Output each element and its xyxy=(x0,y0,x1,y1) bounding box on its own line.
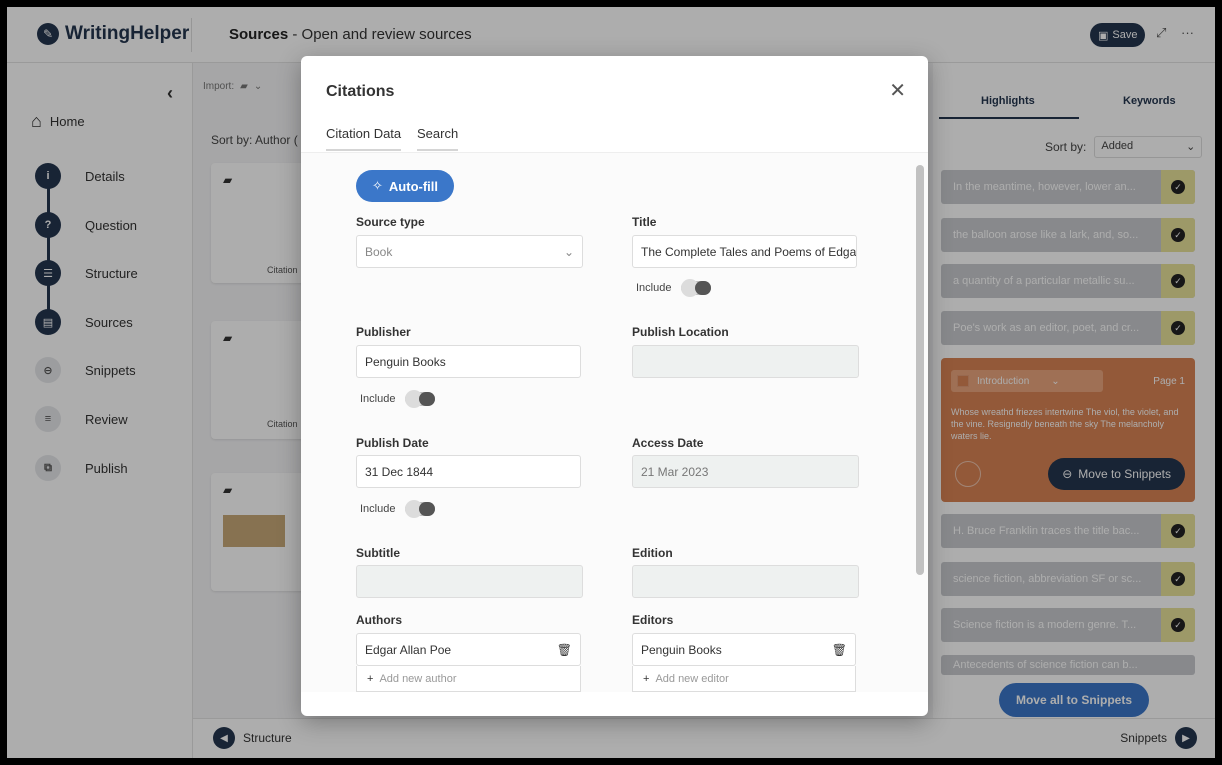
tab-search[interactable]: Search xyxy=(417,126,459,151)
title-include-toggle[interactable]: Include xyxy=(636,279,712,297)
add-editor-input[interactable]: + Add new editor xyxy=(632,666,856,692)
publish-date-include-toggle[interactable]: Include xyxy=(360,500,436,518)
modal-title: Citations xyxy=(326,83,395,100)
edition-label: Edition xyxy=(632,546,673,560)
access-date-field[interactable]: 21 Mar 2023 xyxy=(632,455,859,488)
chevron-down-icon: ⌄ xyxy=(563,244,574,259)
editors-label: Editors xyxy=(632,613,674,627)
include-label: Include xyxy=(360,503,396,515)
add-author-placeholder: Add new author xyxy=(379,672,457,685)
tab-citation-data[interactable]: Citation Data xyxy=(326,126,402,151)
toggle-switch xyxy=(405,500,436,518)
title-label: Title xyxy=(632,215,657,229)
publish-location-field[interactable] xyxy=(632,345,859,378)
edition-field[interactable] xyxy=(632,565,859,598)
editor-entry[interactable]: Penguin Books 🗑 xyxy=(632,633,856,666)
publisher-label: Publisher xyxy=(356,325,411,339)
auto-fill-label: Auto-fill xyxy=(388,178,438,194)
publish-date-field[interactable]: 31 Dec 1844 xyxy=(356,455,581,488)
toggle-switch xyxy=(405,390,436,408)
toggle-switch xyxy=(681,279,712,297)
citation-form: ✧ Auto-fill Source type Book ⌄ Title The… xyxy=(301,152,928,692)
plus-icon: + xyxy=(367,672,374,685)
publisher-include-toggle[interactable]: Include xyxy=(360,390,436,408)
include-label: Include xyxy=(360,393,396,405)
plus-icon: + xyxy=(643,672,650,685)
trash-icon[interactable]: 🗑 xyxy=(832,643,847,657)
magic-wand-icon: ✧ xyxy=(372,178,383,193)
include-label: Include xyxy=(636,282,672,294)
publish-date-label: Publish Date xyxy=(356,436,429,450)
auto-fill-button[interactable]: ✧ Auto-fill xyxy=(356,170,454,202)
access-date-label: Access Date xyxy=(632,436,704,450)
source-type-select[interactable]: Book ⌄ xyxy=(356,235,583,268)
source-type-value: Book xyxy=(365,244,393,259)
author-entry[interactable]: Edgar Allan Poe 🗑 xyxy=(356,633,581,666)
add-author-input[interactable]: + Add new author xyxy=(356,666,581,692)
citations-modal: Citations ✕ Citation Data Search ✧ Auto-… xyxy=(301,56,928,716)
subtitle-field[interactable] xyxy=(356,565,583,598)
publish-location-label: Publish Location xyxy=(632,325,729,339)
source-type-label: Source type xyxy=(356,215,425,229)
editor-value: Penguin Books xyxy=(641,642,722,657)
publisher-field[interactable]: Penguin Books xyxy=(356,345,581,378)
trash-icon[interactable]: 🗑 xyxy=(557,643,572,657)
modal-scrollbar[interactable] xyxy=(914,153,926,692)
close-icon[interactable]: ✕ xyxy=(889,78,906,103)
scrollbar-thumb[interactable] xyxy=(916,165,924,575)
subtitle-label: Subtitle xyxy=(356,546,400,560)
authors-label: Authors xyxy=(356,613,402,627)
title-field[interactable]: The Complete Tales and Poems of Edgar xyxy=(632,235,857,268)
author-value: Edgar Allan Poe xyxy=(365,642,452,657)
add-editor-placeholder: Add new editor xyxy=(655,672,729,685)
app-window: ✎ WritingHelper Sources - Open and revie… xyxy=(7,7,1215,758)
